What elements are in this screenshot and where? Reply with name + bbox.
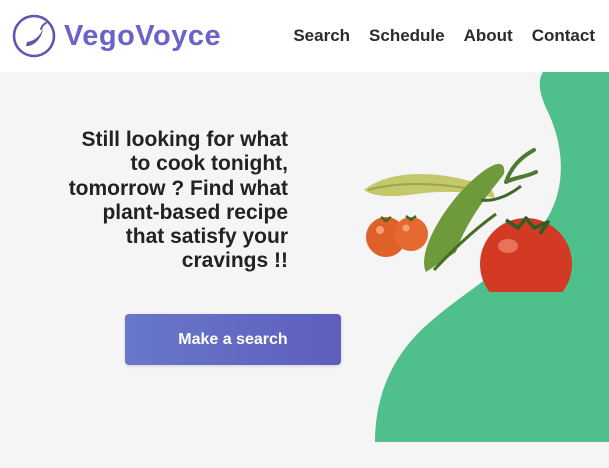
nav-about[interactable]: About — [464, 24, 513, 48]
eggplant-logo-icon — [12, 14, 56, 58]
site-header: VegoVoyce Search Schedule About Contact — [0, 0, 609, 72]
main-nav: Search Schedule About Contact — [293, 24, 595, 48]
vegetables-illustration — [364, 148, 572, 292]
nav-contact[interactable]: Contact — [532, 24, 595, 48]
nav-schedule[interactable]: Schedule — [369, 24, 445, 48]
brand-name: VegoVoyce — [64, 20, 222, 52]
hero-headline: Still looking for what to cook tonight, … — [68, 128, 288, 273]
nav-search[interactable]: Search — [293, 24, 350, 48]
hero-section: Still looking for what to cook tonight, … — [0, 72, 609, 468]
brand-logo-link[interactable]: VegoVoyce — [12, 14, 221, 58]
make-search-button[interactable]: Make a search — [125, 314, 341, 365]
